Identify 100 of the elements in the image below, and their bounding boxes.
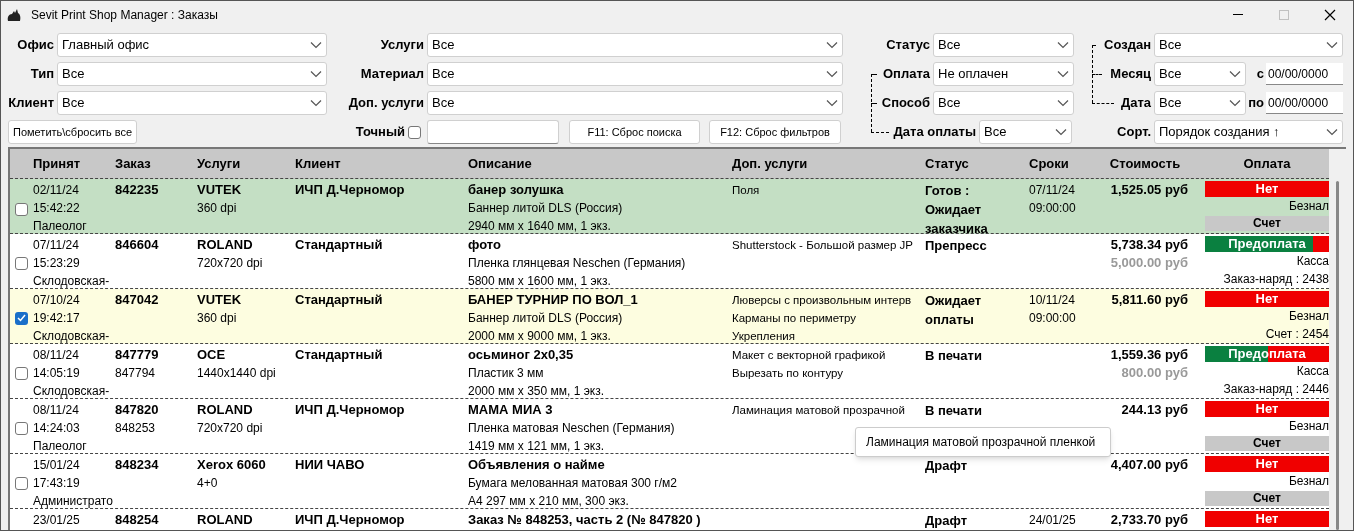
table-cell-text: 24/01/25 xyxy=(1029,512,1077,529)
order-row[interactable] xyxy=(10,234,1329,289)
table-cell-text: ИЧП Д.Черномор xyxy=(295,511,406,529)
checkbox[interactable] xyxy=(14,366,28,380)
filter-label: Тип xyxy=(29,65,55,84)
checkbox[interactable] xyxy=(14,476,28,490)
table-cell-text: 4+0 xyxy=(197,475,219,492)
table-cell-text: МАМА МИА 3 xyxy=(468,401,554,419)
table-cell-text: ROLAND xyxy=(197,401,254,419)
chevron-down-icon xyxy=(1057,70,1069,78)
chevron-down-icon xyxy=(826,70,838,78)
table-cell-text: 360 dpi xyxy=(197,200,238,217)
order-row[interactable] xyxy=(10,179,1329,234)
table-cell-text: Драфт xyxy=(925,512,968,530)
table-cell-text: 2000 мм x 9000 мм, 1 экз. xyxy=(468,328,612,345)
table-cell-text: Пленка матовая Neschen (Германия) xyxy=(468,420,676,437)
table-cell-text: Заказ № 848253, часть 2 (№ 847820 ) xyxy=(468,511,702,529)
table-cell-text: 2000 мм x 350 мм, 1 экз. xyxy=(468,383,606,400)
payment-method: Касса xyxy=(1295,363,1329,380)
table-cell-text: Стандартный xyxy=(295,236,384,254)
checkbox[interactable] xyxy=(408,125,421,139)
table-cell-text: В печати xyxy=(925,402,983,420)
checkbox[interactable] xyxy=(14,203,28,216)
column-header[interactable]: Оплата xyxy=(1205,153,1329,174)
filter-label: Материал xyxy=(359,65,425,84)
date-field[interactable]: 00/00/0000 xyxy=(1266,92,1343,114)
payment-document: Заказ-наряд : 2438 xyxy=(1222,271,1329,288)
reset-search-button[interactable]: F11: Сброс поиска xyxy=(569,120,700,144)
column-header[interactable]: Статус xyxy=(922,153,1026,174)
table-cell-text: Стандартный xyxy=(295,346,384,364)
table-cell: 244.13 руб xyxy=(1121,401,1188,419)
app-icon xyxy=(6,8,22,22)
chevron-down-icon xyxy=(1057,99,1069,107)
invoice-button[interactable]: Счет xyxy=(1205,216,1329,231)
chevron-down-icon xyxy=(1229,70,1241,78)
table-cell-text: Xerox 6060 xyxy=(197,456,267,474)
column-header[interactable]: Принят xyxy=(30,153,112,174)
mark-all-button[interactable]: Пометить\сбросить все xyxy=(8,120,138,144)
filter-label: Дата xyxy=(1119,94,1152,113)
column-header[interactable]: Стоимость xyxy=(1098,153,1192,174)
filter-label: Офис xyxy=(16,36,55,55)
date-field[interactable]: 00/00/0000 xyxy=(1266,63,1343,85)
column-header[interactable]: Заказ xyxy=(112,153,194,174)
column-header[interactable]: Клиент xyxy=(292,153,465,174)
dropdown[interactable]: Все xyxy=(427,91,843,115)
column-header[interactable]: Услуги xyxy=(194,153,292,174)
table-cell-text: Ожидает оплаты xyxy=(925,292,983,329)
payment-document: Счет : 2454 xyxy=(1264,326,1329,343)
table-cell: 800.00 руб xyxy=(1121,364,1188,382)
table-cell-text: 15:42:22 xyxy=(33,200,81,217)
table-cell-text: В печати xyxy=(925,347,983,365)
dropdown[interactable]: Все xyxy=(57,91,327,115)
table-cell-text: 08/11/24 xyxy=(33,347,80,364)
order-row[interactable] xyxy=(10,344,1329,399)
checkbox[interactable] xyxy=(14,421,28,435)
invoice-button[interactable]: Счет xyxy=(1205,436,1329,451)
filter-label: Услуги xyxy=(379,36,425,55)
table-cell-text: Палеолог xyxy=(33,218,88,235)
dropdown[interactable]: Все xyxy=(933,33,1074,57)
checkbox[interactable] xyxy=(14,311,28,325)
table-cell-text: OCE xyxy=(197,346,227,364)
search-field[interactable] xyxy=(427,120,559,144)
column-header[interactable]: Доп. услуги xyxy=(729,153,922,174)
dropdown[interactable]: Главный офис xyxy=(57,33,327,57)
table-cell-text: 07/11/24 xyxy=(33,237,80,254)
scrollbar[interactable] xyxy=(1329,149,1346,530)
order-row[interactable] xyxy=(10,289,1329,344)
reset-filters-button[interactable]: F12: Сброс фильтров xyxy=(709,120,841,144)
range-label: по xyxy=(1247,94,1265,113)
column-header[interactable]: Сроки xyxy=(1026,153,1098,174)
dropdown[interactable]: Все xyxy=(57,62,327,86)
table-cell-text: Палеолог xyxy=(33,438,88,455)
dropdown[interactable]: Порядок создания ↑ xyxy=(1154,120,1343,144)
table-cell-text: Объявления о найме xyxy=(468,456,606,474)
table-cell-text: 07/10/24 xyxy=(33,292,81,309)
window-title: Sevit Print Shop Manager : Заказы xyxy=(31,7,218,24)
invoice-button[interactable]: Счет xyxy=(1205,491,1329,506)
table-cell-text: 02/11/24 xyxy=(33,182,80,199)
table-cell: 5,000.00 руб xyxy=(1110,254,1188,272)
dropdown[interactable]: Не оплачен xyxy=(933,62,1074,86)
dropdown[interactable]: Все xyxy=(1154,91,1246,115)
table-cell-text: 842235 xyxy=(115,181,160,199)
dropdown[interactable]: Все xyxy=(1154,33,1343,57)
dropdown[interactable]: Все xyxy=(427,62,843,86)
dropdown[interactable]: Все xyxy=(427,33,843,57)
table-cell-text: 720x720 dpi xyxy=(197,420,264,437)
order-row[interactable]: 15/01/24 17:43:19 Администрато 848234 Xerox 6060 4+0 НИИ ЧАВО Объявления о найме Бумага мелованная матовая 300 г/м2 А4 297 мм x 210 мм, 300 экз. Драфт 4,407.00 руб Нет Безнал Счет xyxy=(10,454,1329,509)
table-cell-text: 847042 xyxy=(115,291,160,309)
table-cell-text: Склодовская- xyxy=(33,273,111,290)
table-cell-text: ROLAND xyxy=(197,236,254,254)
dropdown[interactable]: Все xyxy=(1154,62,1246,86)
checkbox[interactable] xyxy=(14,256,28,270)
dropdown[interactable]: Все xyxy=(979,120,1072,144)
dropdown[interactable]: Все xyxy=(933,91,1074,115)
table-cell-text: 08/11/24 xyxy=(33,402,80,419)
order-row[interactable] xyxy=(10,399,1329,454)
table-cell-text: 17:43:19 xyxy=(33,475,81,492)
table-cell-text: 19:42:17 xyxy=(33,310,81,327)
table-cell-text: банер золушка xyxy=(468,181,565,199)
column-header[interactable]: Описание xyxy=(465,153,729,174)
